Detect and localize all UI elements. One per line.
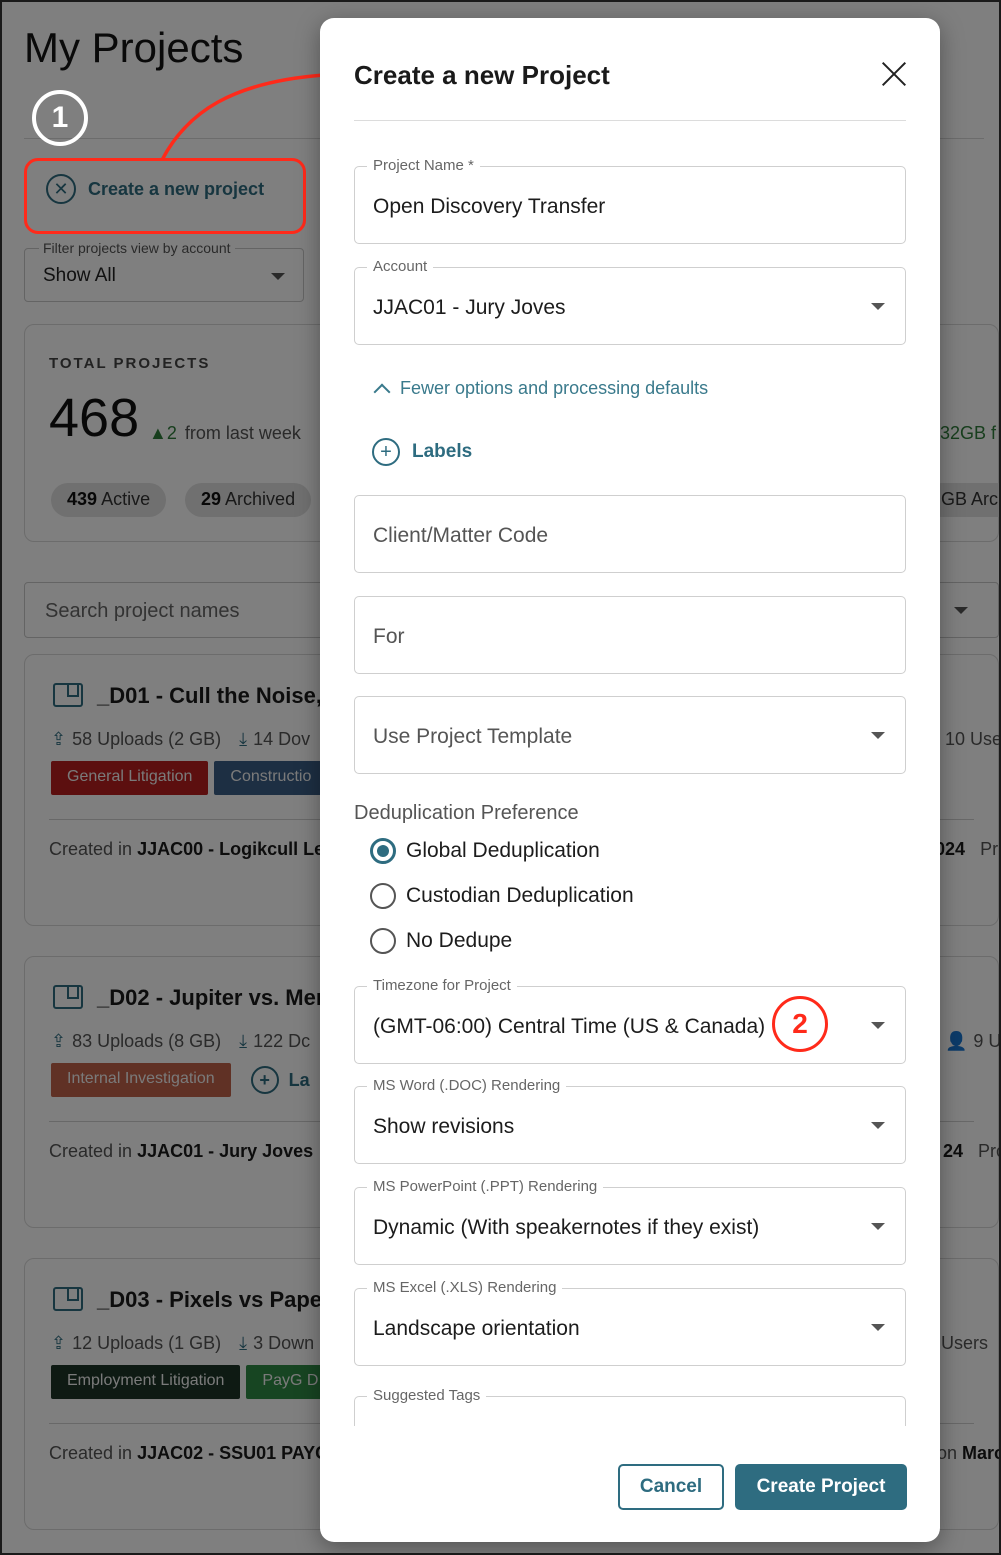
dropdown-caret-icon xyxy=(871,1122,885,1129)
field-label: Timezone for Project xyxy=(367,977,517,994)
step-1-marker: 1 xyxy=(32,90,88,146)
field-label: MS PowerPoint (.PPT) Rendering xyxy=(367,1178,604,1195)
chevron-up-icon xyxy=(373,383,391,400)
modal-divider xyxy=(354,120,906,121)
field-value: Show revisions xyxy=(373,1115,515,1138)
options-toggle-label: Fewer options and processing defaults xyxy=(400,378,709,398)
word-rendering-select[interactable]: MS Word (.DOC) Rendering Show revisions xyxy=(354,1077,906,1164)
radio-global-dedup[interactable]: Global Deduplication xyxy=(370,838,600,864)
client-matter-input[interactable]: Client/Matter Code xyxy=(354,495,906,573)
field-value: (GMT-06:00) Central Time (US & Canada) xyxy=(373,1015,766,1038)
project-template-select[interactable]: Use Project Template xyxy=(354,696,906,774)
dedup-title: Deduplication Preference xyxy=(354,802,579,824)
ppt-rendering-select[interactable]: MS PowerPoint (.PPT) Rendering Dynamic (… xyxy=(354,1178,906,1265)
field-label: MS Excel (.XLS) Rendering xyxy=(367,1279,563,1296)
field-value: Landscape orientation xyxy=(373,1317,580,1340)
create-project-submit-button[interactable]: Create Project xyxy=(735,1464,907,1510)
dropdown-caret-icon xyxy=(871,1324,885,1331)
options-toggle[interactable]: Fewer options and processing defaults xyxy=(373,378,709,400)
field-value: Off xyxy=(373,1425,401,1426)
radio-unchecked-icon xyxy=(370,883,396,909)
placeholder: Client/Matter Code xyxy=(373,524,549,547)
screenshot-frame: My Projects ✕ Create a new project Filte… xyxy=(2,2,999,1553)
field-label: Project Name * xyxy=(367,157,480,174)
field-label: MS Word (.DOC) Rendering xyxy=(367,1077,567,1094)
dropdown-caret-icon xyxy=(871,732,885,739)
radio-unchecked-icon xyxy=(370,928,396,954)
field-value: Dynamic (With speakernotes if they exist… xyxy=(373,1216,760,1239)
dropdown-caret-icon xyxy=(871,1022,885,1029)
for-input[interactable]: For xyxy=(354,596,906,674)
dropdown-caret-icon xyxy=(871,1223,885,1230)
radio-custodian-dedup[interactable]: Custodian Deduplication xyxy=(370,883,634,909)
highlight-box xyxy=(24,158,306,234)
account-select[interactable]: Account JJAC01 - Jury Joves xyxy=(354,258,906,345)
project-name-field[interactable]: Project Name * Open Discovery Transfer xyxy=(354,157,906,244)
radio-label: No Dedupe xyxy=(406,929,513,952)
modal-title: Create a new Project xyxy=(354,60,610,90)
excel-rendering-select[interactable]: MS Excel (.XLS) Rendering Landscape orie… xyxy=(354,1279,906,1366)
scroll-clip: Suggested Tags Off xyxy=(354,1386,906,1426)
field-value: JJAC01 - Jury Joves xyxy=(373,296,566,319)
radio-no-dedupe[interactable]: No Dedupe xyxy=(370,928,512,954)
field-label: Suggested Tags xyxy=(367,1387,487,1404)
plus-icon: + xyxy=(372,438,400,466)
field-value: Open Discovery Transfer xyxy=(373,195,606,218)
step-2-marker: 2 xyxy=(772,996,828,1052)
cancel-button[interactable]: Cancel xyxy=(618,1464,724,1510)
create-project-modal: Create a new Project Project Name * Open… xyxy=(320,18,940,1542)
labels-label: Labels xyxy=(412,441,473,462)
suggested-tags-select[interactable]: Suggested Tags Off xyxy=(354,1387,906,1426)
radio-label: Custodian Deduplication xyxy=(406,884,634,907)
placeholder: Use Project Template xyxy=(373,725,573,748)
dropdown-caret-icon xyxy=(871,303,885,310)
radio-checked-icon xyxy=(370,838,396,864)
close-icon[interactable] xyxy=(876,56,912,92)
field-label: Account xyxy=(367,258,434,275)
placeholder: For xyxy=(373,625,405,648)
radio-label: Global Deduplication xyxy=(406,839,600,862)
add-labels-button[interactable]: + Labels xyxy=(372,438,472,466)
